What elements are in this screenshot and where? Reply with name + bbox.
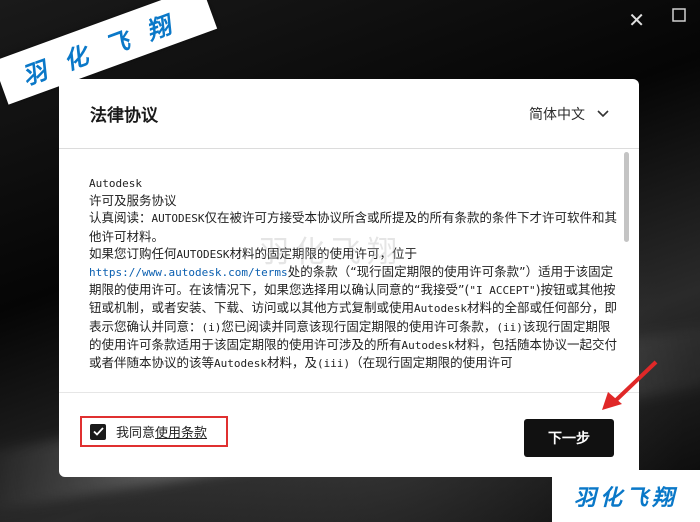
- agreement-heading: Autodesk: [89, 177, 142, 190]
- close-icon[interactable]: ✕: [628, 8, 645, 32]
- agreement-text[interactable]: Autodesk 许可及服务协议 认真阅读：AUTODESK仅在被许可方接受本协…: [89, 174, 619, 389]
- terms-link[interactable]: https://www.autodesk.com/terms: [89, 266, 288, 279]
- maximize-icon[interactable]: [672, 8, 686, 22]
- scrollbar-thumb[interactable]: [624, 152, 629, 242]
- agreement-paragraph-1: 认真阅读：AUTODESK仅在被许可方接受本协议所含或所提及的所有条款的条件下才…: [89, 210, 618, 244]
- terms-of-use-link[interactable]: 使用条款: [155, 426, 207, 441]
- agreement-paragraph-2: 如果您订购任何AUTODESK材料的固定期限的使用许可，位于 https://ww…: [89, 245, 618, 371]
- agree-label: 我同意使用条款: [116, 426, 208, 441]
- watermark-bottom-right: 羽化飞翔: [552, 470, 700, 522]
- next-button[interactable]: 下一步: [524, 419, 614, 457]
- checkmark-icon: [92, 427, 104, 436]
- dialog-title: 法律协议: [90, 106, 158, 126]
- agreement-subheading: 许可及服务协议: [89, 193, 177, 209]
- pointer-arrow-icon: [602, 360, 658, 410]
- language-selected: 简体中文: [529, 107, 585, 123]
- watermark-text: 羽化飞翔: [573, 485, 678, 511]
- legal-agreement-dialog: 法律协议 简体中文 Autodesk 许可及服务协议 认真阅读：AUTODESK…: [59, 79, 639, 477]
- language-selector[interactable]: 简体中文: [529, 104, 609, 124]
- agree-terms-highlight: 我同意使用条款: [80, 416, 228, 447]
- agree-checkbox[interactable]: [90, 423, 106, 440]
- chevron-down-icon: [597, 110, 609, 118]
- header-divider: [59, 148, 639, 149]
- footer-divider: [59, 392, 639, 393]
